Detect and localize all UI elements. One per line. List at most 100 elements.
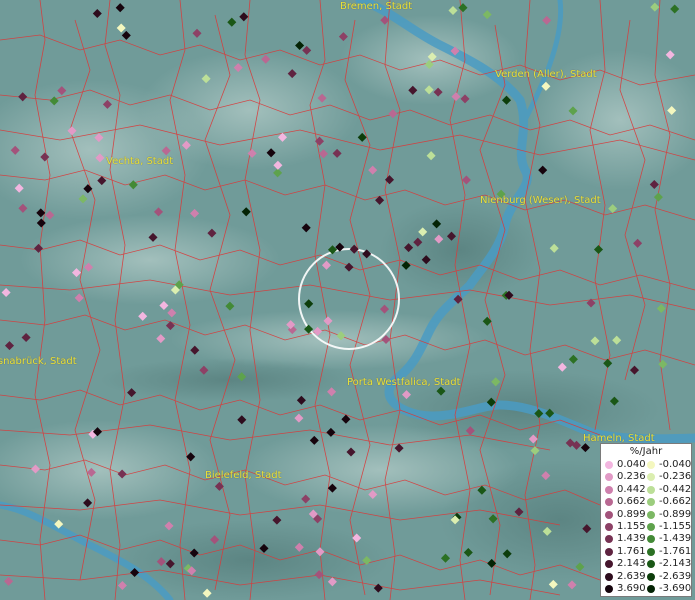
measurement-point[interactable] <box>49 96 59 106</box>
measurement-point[interactable] <box>380 15 390 25</box>
measurement-point[interactable] <box>30 464 41 474</box>
measurement-point[interactable] <box>314 570 324 580</box>
measurement-point[interactable] <box>309 435 319 445</box>
measurement-point[interactable] <box>71 268 82 278</box>
measurement-point[interactable] <box>482 316 492 326</box>
measurement-point[interactable] <box>190 345 200 355</box>
measurement-point[interactable] <box>40 152 50 162</box>
map-view[interactable]: Bremen, Stadt Verden (Aller), Stadt Vech… <box>0 0 695 600</box>
measurement-point[interactable] <box>94 133 104 143</box>
measurement-point[interactable] <box>295 40 305 51</box>
measurement-point[interactable] <box>326 427 336 437</box>
measurement-point[interactable] <box>4 576 14 586</box>
measurement-point[interactable] <box>159 300 169 311</box>
measurement-point[interactable] <box>401 260 411 270</box>
measurement-point[interactable] <box>214 481 224 491</box>
measurement-point[interactable] <box>538 165 548 175</box>
city-label-verden[interactable]: Verden (Aller), Stadt <box>495 69 597 80</box>
measurement-point[interactable] <box>487 558 497 568</box>
data-points-layer[interactable] <box>0 0 695 600</box>
measurement-point[interactable] <box>227 17 237 27</box>
measurement-point[interactable] <box>277 132 288 142</box>
measurement-point[interactable] <box>190 208 200 218</box>
measurement-point[interactable] <box>408 85 418 95</box>
measurement-point[interactable] <box>357 132 367 142</box>
measurement-point[interactable] <box>446 231 457 241</box>
measurement-point[interactable] <box>199 365 209 375</box>
measurement-point[interactable] <box>304 324 314 334</box>
measurement-point[interactable] <box>381 334 391 345</box>
measurement-point[interactable] <box>237 372 247 382</box>
measurement-point[interactable] <box>156 334 166 344</box>
measurement-point[interactable] <box>656 303 666 314</box>
measurement-point[interactable] <box>421 255 431 265</box>
measurement-point[interactable] <box>116 23 126 33</box>
measurement-point[interactable] <box>202 588 212 598</box>
measurement-point[interactable] <box>78 194 88 204</box>
city-label-nienburg[interactable]: Nienburg (Weser), Stadt <box>480 195 601 206</box>
measurement-point[interactable] <box>186 452 196 462</box>
measurement-point[interactable] <box>237 415 247 425</box>
measurement-point[interactable] <box>4 341 15 351</box>
measurement-point[interactable] <box>580 443 590 453</box>
measurement-point[interactable] <box>327 245 338 255</box>
measurement-point[interactable] <box>649 179 659 190</box>
measurement-point[interactable] <box>225 301 235 311</box>
measurement-point[interactable] <box>318 149 329 159</box>
measurement-point[interactable] <box>97 176 107 186</box>
measurement-point[interactable] <box>130 567 140 578</box>
measurement-point[interactable] <box>67 126 77 136</box>
measurement-point[interactable] <box>327 483 337 493</box>
measurement-point[interactable] <box>338 32 348 42</box>
measurement-point[interactable] <box>314 136 325 146</box>
measurement-point[interactable] <box>450 46 460 56</box>
measurement-point[interactable] <box>548 579 558 589</box>
measurement-point[interactable] <box>210 535 220 545</box>
measurement-point[interactable] <box>434 234 444 244</box>
measurement-point[interactable] <box>349 244 359 254</box>
measurement-point[interactable] <box>192 28 202 38</box>
measurement-point[interactable] <box>327 577 337 587</box>
measurement-point[interactable] <box>45 210 55 220</box>
measurement-point[interactable] <box>482 10 492 20</box>
measurement-point[interactable] <box>14 183 24 193</box>
measurement-point[interactable] <box>83 498 93 508</box>
measurement-point[interactable] <box>317 93 327 103</box>
measurement-point[interactable] <box>609 396 619 406</box>
measurement-point[interactable] <box>491 377 501 387</box>
measurement-point[interactable] <box>165 559 175 569</box>
measurement-point[interactable] <box>488 514 498 524</box>
measurement-point[interactable] <box>74 293 84 303</box>
measurement-point[interactable] <box>239 12 249 22</box>
measurement-point[interactable] <box>33 243 44 253</box>
measurement-point[interactable] <box>164 521 174 531</box>
measurement-point[interactable] <box>294 413 304 423</box>
measurement-point[interactable] <box>36 208 46 218</box>
measurement-point[interactable] <box>57 86 67 96</box>
measurement-point[interactable] <box>54 519 64 529</box>
measurement-point[interactable] <box>315 547 325 557</box>
measurement-point[interactable] <box>568 106 578 116</box>
measurement-point[interactable] <box>453 294 463 304</box>
measurement-point[interactable] <box>148 232 158 242</box>
measurement-point[interactable] <box>138 311 148 321</box>
measurement-point[interactable] <box>344 262 354 272</box>
measurement-point[interactable] <box>304 299 314 309</box>
measurement-point[interactable] <box>294 542 304 552</box>
measurement-point[interactable] <box>427 52 437 62</box>
measurement-point[interactable] <box>102 99 112 109</box>
measurement-point[interactable] <box>335 242 345 252</box>
measurement-point[interactable] <box>530 446 540 456</box>
measurement-point[interactable] <box>287 69 297 79</box>
measurement-point[interactable] <box>259 543 269 553</box>
measurement-point[interactable] <box>1 287 11 298</box>
measurement-point[interactable] <box>321 260 332 270</box>
measurement-point[interactable] <box>534 408 544 419</box>
measurement-point[interactable] <box>83 262 94 272</box>
measurement-point[interactable] <box>327 387 337 397</box>
measurement-point[interactable] <box>650 2 660 12</box>
measurement-point[interactable] <box>542 526 552 536</box>
measurement-point[interactable] <box>201 74 211 84</box>
measurement-point[interactable] <box>83 184 93 194</box>
measurement-point[interactable] <box>10 145 20 155</box>
